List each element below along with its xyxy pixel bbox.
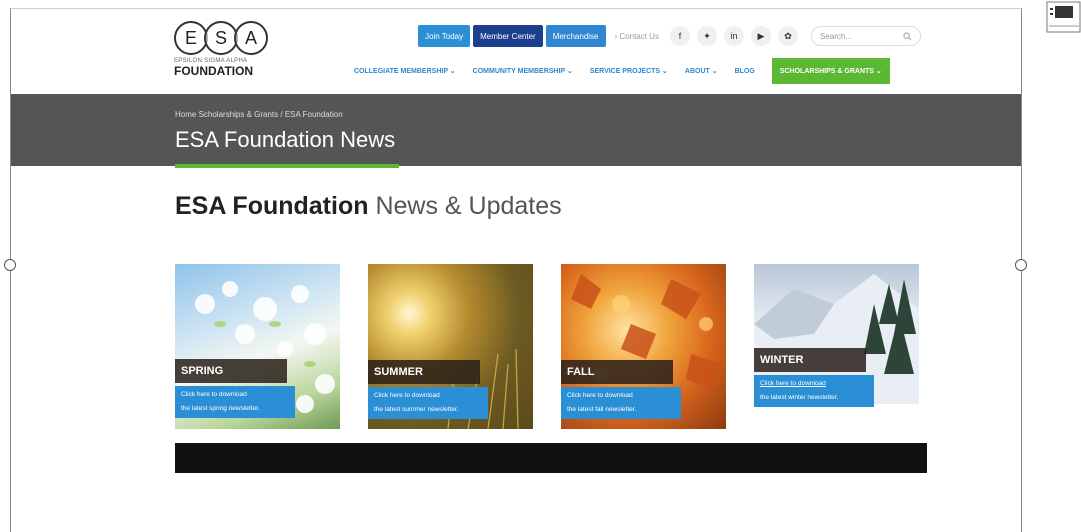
logo-title: FOUNDATION <box>174 64 254 78</box>
page-title: ESA Foundation News <box>175 127 396 152</box>
section-title: ESA Foundation News & Updates <box>175 192 562 221</box>
webpage-frame: E S A EPSILON SIGMA ALPHA FOUNDATION Joi… <box>10 8 1022 532</box>
nav-collegiate-membership[interactable]: COLLEGIATE MEMBERSHIP ⌄ <box>354 67 456 75</box>
card-link-line: the latest summer newsletter. <box>374 406 459 413</box>
section-title-rest: News & Updates <box>375 192 562 220</box>
merchandise-button[interactable]: Merchandise <box>545 25 606 47</box>
card-link-line: Click here to download <box>181 391 247 398</box>
page-banner: Home Scholarships & Grants / ESA Foundat… <box>11 94 1021 166</box>
card-season-label: WINTER <box>754 348 866 372</box>
picture-placeholder-icon <box>1046 1 1081 33</box>
title-underline <box>175 164 399 168</box>
card-season-label: FALL <box>561 360 673 384</box>
card-link-line: Click here to download <box>760 380 826 387</box>
spring-card[interactable]: SPRING Click here to download the latest… <box>175 264 340 429</box>
logo-letter: E <box>174 21 208 55</box>
card-season-label: SUMMER <box>368 360 480 384</box>
resize-handle-right[interactable] <box>1015 259 1027 271</box>
main-nav: COLLEGIATE MEMBERSHIP ⌄ COMMUNITY MEMBER… <box>354 58 890 84</box>
twitter-icon[interactable]: ✦ <box>696 26 717 46</box>
pinterest-icon[interactable]: ✿ <box>777 26 798 46</box>
card-link-line: Click here to download <box>374 392 440 399</box>
nav-scholarships-grants[interactable]: SCHOLARSHIPS & GRANTS ⌄ <box>771 58 890 84</box>
spring-download-link[interactable]: Click here to download the latest spring… <box>175 386 295 418</box>
logo-letter: S <box>204 21 238 55</box>
card-link-line: the latest spring newsletter. <box>181 405 260 412</box>
winter-card[interactable]: WINTER Click here to download the latest… <box>754 264 919 429</box>
card-season-label: SPRING <box>175 359 287 383</box>
contact-us-link[interactable]: › Contact Us <box>615 32 659 41</box>
logo-circles: E S A <box>174 21 284 55</box>
fall-download-link[interactable]: Click here to download the latest fall n… <box>561 387 681 419</box>
resize-handle-left[interactable] <box>4 259 16 271</box>
logo-letter: A <box>234 21 268 55</box>
top-bar: Join Today Member Center Merchandise › C… <box>418 25 921 47</box>
card-link-line: the latest winter newsletter. <box>760 394 839 401</box>
winter-download-link[interactable]: Click here to download the latest winter… <box>754 375 874 407</box>
section-title-bold: ESA Foundation <box>175 192 369 220</box>
search-placeholder: Search... <box>819 31 852 41</box>
summer-card[interactable]: SUMMER Click here to download the latest… <box>368 264 533 429</box>
nav-service-projects[interactable]: SERVICE PROJECTS ⌄ <box>590 67 668 75</box>
nav-blog[interactable]: BLOG <box>735 68 755 75</box>
fall-card[interactable]: FALL Click here to download the latest f… <box>561 264 726 429</box>
card-link-line: the latest fall newsletter. <box>567 406 637 413</box>
facebook-icon[interactable]: f <box>669 26 690 46</box>
linkedin-icon[interactable]: in <box>723 26 744 46</box>
member-center-button[interactable]: Member Center <box>473 25 543 47</box>
breadcrumb[interactable]: Home Scholarships & Grants / ESA Foundat… <box>175 110 343 119</box>
summer-download-link[interactable]: Click here to download the latest summer… <box>368 387 488 419</box>
search-icon <box>903 31 912 40</box>
join-today-button[interactable]: Join Today <box>418 25 471 47</box>
esa-foundation-logo[interactable]: E S A EPSILON SIGMA ALPHA FOUNDATION <box>174 21 284 91</box>
nav-about[interactable]: ABOUT ⌄ <box>685 67 718 75</box>
youtube-icon[interactable]: ▶ <box>750 26 771 46</box>
search-input[interactable]: Search... <box>810 26 921 46</box>
black-footer-bar <box>175 443 927 473</box>
nav-community-membership[interactable]: COMMUNITY MEMBERSHIP ⌄ <box>473 67 573 75</box>
card-link-line: Click here to download <box>567 392 633 399</box>
